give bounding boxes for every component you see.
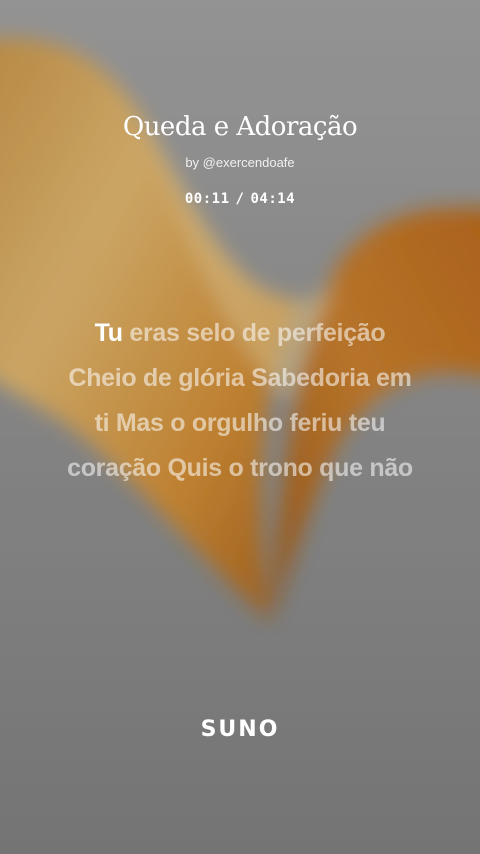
time-separator: /	[235, 191, 245, 207]
lyric-line: coração Quis o trono que não	[67, 454, 413, 482]
lyric-line: Cheio de glória Sabedoria em	[68, 364, 412, 392]
elapsed-time: 00:11	[184, 191, 230, 207]
lyric-line-rest: eras selo de perfeição	[122, 319, 386, 347]
lyrics-panel: Tu eras selo de perfeição Cheio de glóri…	[30, 311, 450, 491]
lyric-active-word: Tu	[94, 319, 123, 347]
total-duration: 04:14	[250, 191, 296, 207]
playback-time: 00:11 / 04:14	[0, 191, 480, 207]
lyric-line-current: Tu eras selo de perfeição	[30, 311, 450, 356]
lyric-line: ti Mas o orgulho feriu teu	[94, 409, 386, 437]
song-title: Queda e Adoração	[122, 112, 358, 142]
artist-byline[interactable]: by @exercendoafe	[0, 155, 480, 170]
suno-logo: SUNO	[200, 717, 280, 742]
